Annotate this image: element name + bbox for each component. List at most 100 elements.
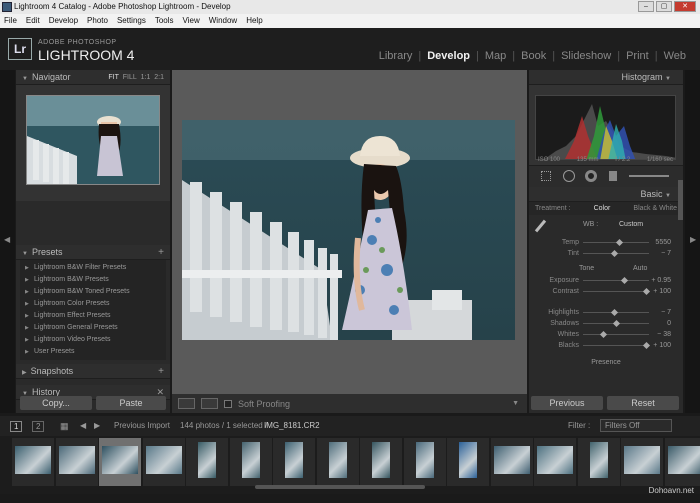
previous-button[interactable]: Previous [531, 396, 603, 410]
filmstrip-thumbnail[interactable] [12, 438, 54, 486]
module-book[interactable]: Book [515, 50, 552, 62]
filmstrip-thumbnail[interactable] [229, 438, 272, 486]
crop-tool-icon[interactable] [541, 171, 551, 181]
filmstrip-thumbnail[interactable] [55, 438, 98, 486]
maximize-button[interactable]: ▢ [656, 1, 672, 12]
source-label[interactable]: Previous Import [114, 421, 170, 430]
module-print[interactable]: Print [620, 50, 655, 62]
menu-develop[interactable]: Develop [49, 14, 78, 28]
slider-value[interactable]: 0 [667, 318, 671, 329]
close-button[interactable]: ✕ [674, 1, 696, 12]
graduated-filter-icon[interactable] [609, 171, 617, 181]
preset-folder[interactable]: Lightroom B&W Filter Presets [20, 262, 166, 274]
menu-photo[interactable]: Photo [87, 14, 108, 28]
filmstrip-thumbnail[interactable] [490, 438, 533, 486]
histogram[interactable]: ISO 100 135 mm f / 2.2 1/160 sec [529, 85, 683, 165]
filmstrip-scrollbar[interactable] [255, 485, 425, 489]
presets-header[interactable]: ▼ Presets + [16, 245, 170, 260]
right-panel-scrollbar[interactable] [678, 180, 683, 220]
slider-row[interactable]: Tint − 7 [529, 248, 683, 259]
slider-value[interactable]: − 7 [661, 307, 671, 318]
grid-view-icon[interactable]: ▦ [60, 421, 69, 432]
slider-knob[interactable] [642, 287, 650, 296]
slider-knob[interactable] [600, 330, 608, 339]
reset-button[interactable]: Reset [607, 396, 679, 410]
soft-proofing-checkbox[interactable] [224, 399, 232, 408]
snapshots-header[interactable]: ▶ Snapshots + [16, 364, 170, 379]
left-panel-toggle[interactable]: ◀ [0, 70, 15, 413]
filmstrip-thumbnail[interactable] [664, 438, 700, 486]
loupe-view-icon[interactable] [178, 398, 195, 409]
menu-settings[interactable]: Settings [117, 14, 146, 28]
filmstrip-thumbnail[interactable] [186, 438, 228, 486]
slider-row[interactable]: Temp 5550 [529, 237, 683, 248]
navigator-header[interactable]: ▼ Navigator FIT FILL 1:1 2:1 [16, 70, 170, 85]
filmstrip-thumbnail[interactable] [447, 438, 489, 486]
selected-filename[interactable]: IMG_8181.CR2 [264, 421, 320, 430]
slider-track[interactable] [583, 334, 649, 335]
basic-header[interactable]: Basic ▼ [529, 187, 683, 202]
adjustment-brush-icon[interactable] [629, 175, 669, 177]
right-panel-toggle[interactable]: ▶ [685, 70, 700, 413]
preset-folder[interactable]: Lightroom Color Presets [20, 298, 166, 310]
develop-photo[interactable] [182, 120, 515, 340]
treatment-color[interactable]: Color [594, 202, 611, 215]
treatment-bw[interactable]: Black & White [633, 202, 677, 215]
zoom-1-1[interactable]: 1:1 [141, 74, 151, 81]
slider-value[interactable]: + 100 [653, 286, 671, 297]
slider-row[interactable]: Exposure + 0.95 [529, 275, 683, 286]
module-web[interactable]: Web [658, 50, 692, 62]
slider-knob[interactable] [610, 308, 619, 317]
slider-row[interactable]: Whites − 38 [529, 329, 683, 340]
preset-folder[interactable]: Lightroom B&W Toned Presets [20, 286, 166, 298]
back-arrow-icon[interactable]: ◀ [80, 421, 86, 430]
slider-row[interactable]: Blacks + 100 [529, 340, 683, 351]
slider-knob[interactable] [620, 276, 628, 285]
filmstrip-thumbnail[interactable] [621, 438, 663, 486]
page-1-button[interactable]: 1 [10, 421, 23, 432]
filmstrip-thumbnail[interactable] [403, 438, 446, 486]
paste-button[interactable]: Paste [96, 396, 166, 410]
slider-knob[interactable] [612, 319, 621, 328]
slider-track[interactable] [583, 291, 649, 292]
filter-dropdown[interactable]: Filters Off [600, 419, 672, 432]
menu-view[interactable]: View [183, 14, 200, 28]
filmstrip-thumbnail[interactable] [316, 438, 359, 486]
spot-removal-icon[interactable] [563, 170, 575, 182]
filmstrip-thumbnail[interactable] [273, 438, 315, 486]
filmstrip-thumbnail[interactable] [99, 438, 141, 486]
toolbar-menu-icon[interactable]: ▼ [512, 400, 519, 407]
zoom-fit[interactable]: FIT [108, 74, 119, 81]
minimize-button[interactable]: – [638, 1, 654, 12]
page-2-button[interactable]: 2 [32, 421, 45, 432]
tone-auto-button[interactable]: Auto [633, 263, 647, 275]
slider-knob[interactable] [610, 249, 619, 258]
module-library[interactable]: Library [373, 50, 419, 62]
slider-knob[interactable] [616, 238, 624, 247]
menu-tools[interactable]: Tools [155, 14, 174, 28]
menu-window[interactable]: Window [209, 14, 237, 28]
slider-value[interactable]: 5550 [655, 237, 671, 248]
slider-value[interactable]: + 100 [653, 340, 671, 351]
menu-help[interactable]: Help [246, 14, 262, 28]
filmstrip-thumbnail[interactable] [360, 438, 402, 486]
before-after-icon[interactable] [201, 398, 218, 409]
wb-eyedropper-icon[interactable] [534, 219, 547, 233]
forward-arrow-icon[interactable]: ▶ [94, 421, 100, 430]
histogram-header[interactable]: Histogram ▼ [529, 70, 683, 85]
preset-folder[interactable]: Lightroom Video Presets [20, 334, 166, 346]
module-slideshow[interactable]: Slideshow [555, 50, 617, 62]
zoom-fill[interactable]: FILL [123, 74, 137, 81]
slider-value[interactable]: − 38 [657, 329, 671, 340]
slider-row[interactable]: Shadows 0 [529, 318, 683, 329]
preset-folder[interactable]: Lightroom B&W Presets [20, 274, 166, 286]
navigator-thumbnail[interactable] [26, 95, 160, 185]
wb-dropdown[interactable]: Custom [619, 221, 643, 228]
module-develop[interactable]: Develop [421, 50, 476, 62]
copy-button[interactable]: Copy... [20, 396, 92, 410]
preset-folder[interactable]: Lightroom General Presets [20, 322, 166, 334]
slider-value[interactable]: + 0.95 [651, 275, 671, 286]
slider-row[interactable]: Contrast + 100 [529, 286, 683, 297]
zoom-2-1[interactable]: 2:1 [154, 74, 164, 81]
menu-edit[interactable]: Edit [26, 14, 40, 28]
